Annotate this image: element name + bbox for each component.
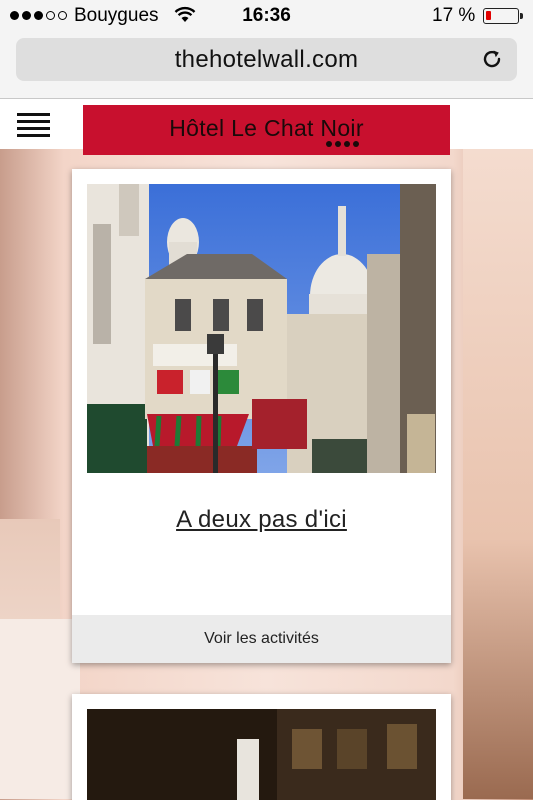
- night-street-photo[interactable]: [87, 709, 436, 800]
- menu-icon[interactable]: [17, 113, 50, 141]
- background-room-image: [463, 149, 533, 799]
- background-bed: [0, 619, 80, 799]
- montmartre-photo[interactable]: [87, 184, 436, 473]
- view-activities-button[interactable]: Voir les activités: [72, 615, 451, 663]
- address-bar[interactable]: thehotelwall.com: [16, 38, 517, 81]
- activity-card: [72, 694, 451, 800]
- page-content: Hôtel Le Chat Noir A deux pas d'ici Voir…: [0, 99, 533, 800]
- battery-percent: 17 %: [432, 5, 476, 26]
- logo-text: Hôtel Le Chat Noir: [169, 115, 364, 141]
- reload-icon[interactable]: [481, 48, 503, 70]
- card-title[interactable]: A deux pas d'ici: [72, 506, 451, 534]
- hotel-logo[interactable]: Hôtel Le Chat Noir: [83, 105, 450, 155]
- battery-icon: [483, 8, 523, 24]
- browser-toolbar: thehotelwall.com: [0, 32, 533, 99]
- url-text[interactable]: thehotelwall.com: [16, 46, 517, 74]
- activity-card: A deux pas d'ici Voir les activités: [72, 169, 451, 663]
- status-bar: Bouygues 16:36 17 %: [0, 0, 533, 32]
- star-rating-icon: [326, 141, 359, 147]
